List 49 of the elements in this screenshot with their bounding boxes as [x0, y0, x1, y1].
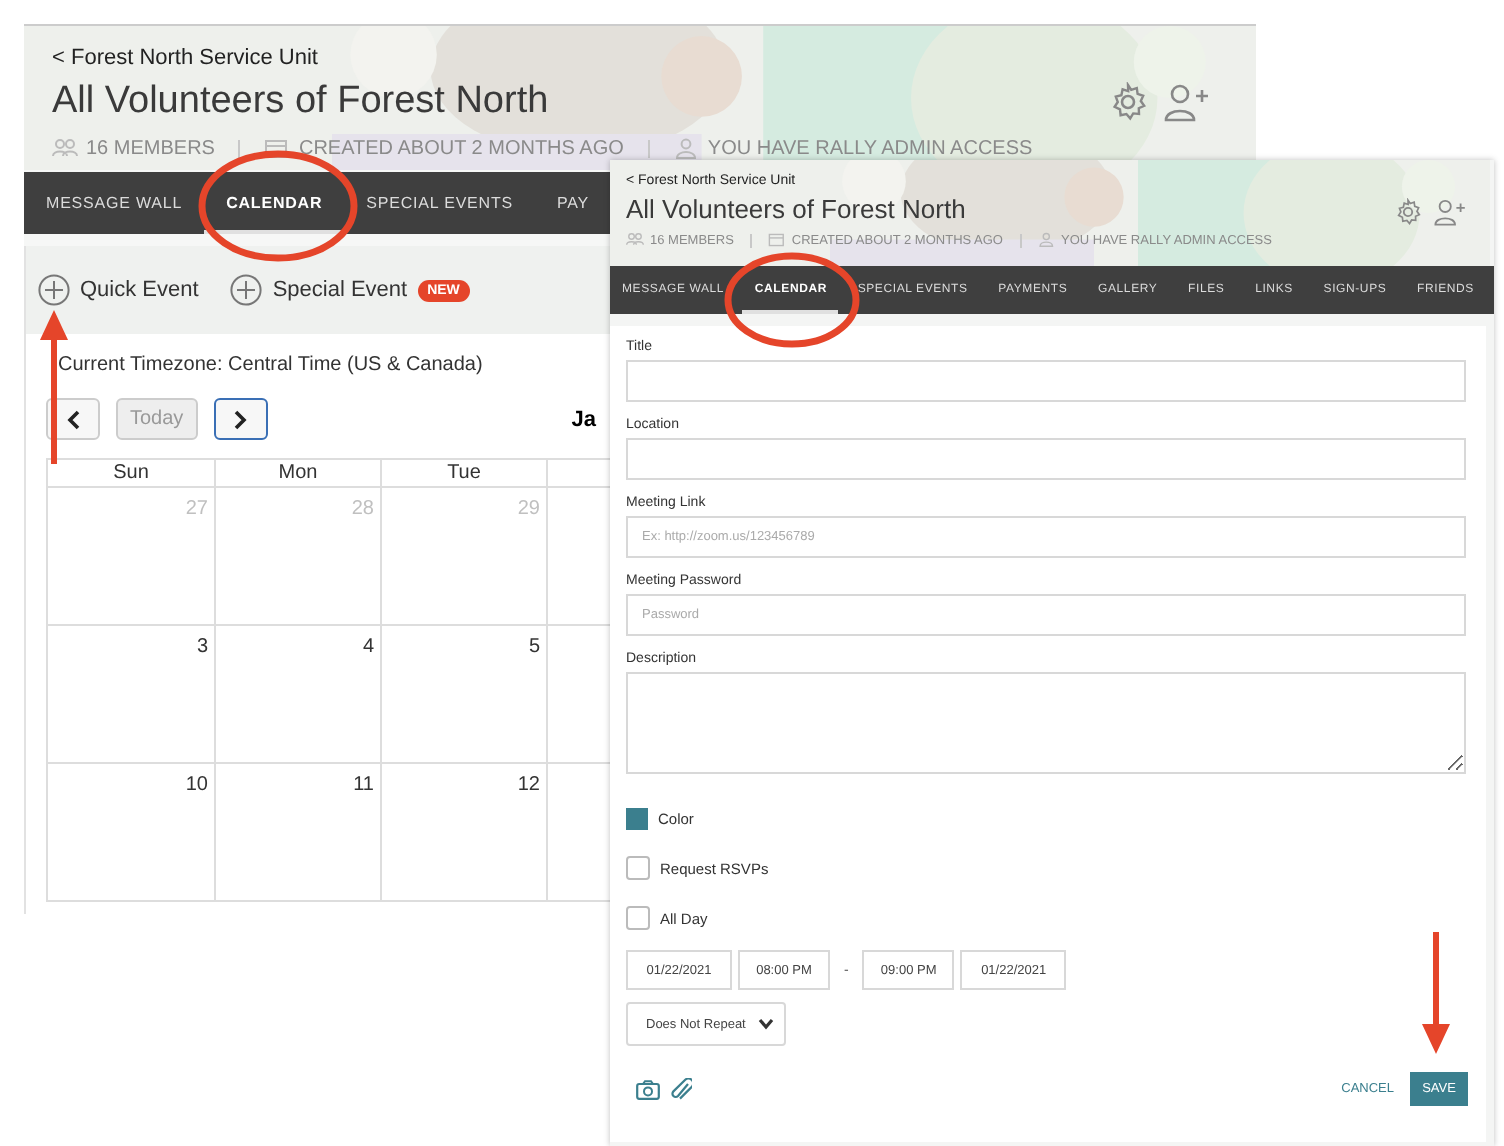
description-field[interactable] — [626, 672, 1466, 774]
chevron-left-icon — [66, 409, 80, 429]
add-person-icon[interactable] — [1164, 82, 1212, 122]
paperclip-icon[interactable] — [670, 1077, 692, 1101]
meta-text: YOU HAVE RALLY ADMIN ACCESS — [707, 138, 1033, 160]
input-field[interactable] — [626, 360, 1466, 402]
input-field[interactable] — [626, 438, 1466, 480]
month-title: Ja — [571, 407, 596, 431]
calendar-cell: 28 — [214, 488, 380, 626]
nav-tab[interactable]: SPECIAL EVENTS — [344, 172, 535, 234]
meta-text: CREATED ABOUT 2 MONTHS AGO — [298, 138, 624, 160]
settings-icon[interactable] — [1108, 82, 1148, 122]
calendar-cell: 3 — [46, 626, 214, 764]
chevron-right-icon — [233, 409, 248, 429]
weekday-header: Sun — [46, 460, 214, 488]
plus-circle-icon — [38, 274, 70, 306]
checkbox[interactable] — [626, 856, 650, 880]
calendar-cell: 10 — [46, 764, 214, 902]
calendar-cell: 5 — [380, 626, 546, 764]
group-title: All Volunteers of Forest North — [626, 194, 966, 224]
settings-icon[interactable] — [1394, 198, 1422, 226]
calendar-cell: 29 — [380, 488, 546, 626]
weekday-header: Mon — [214, 460, 380, 488]
calendar-icon — [767, 232, 786, 248]
arrow-annotation — [1420, 932, 1452, 1056]
people-icon — [626, 232, 644, 248]
nav-tab[interactable]: MESSAGE WALL — [24, 172, 205, 234]
add-event-button[interactable]: Quick Event — [38, 274, 199, 306]
color-swatch[interactable] — [626, 808, 648, 830]
add-person-icon[interactable] — [1434, 198, 1470, 226]
person-icon — [1037, 232, 1055, 248]
people-icon — [52, 138, 78, 160]
calendar-cell: 12 — [380, 764, 546, 902]
nav-tab[interactable]: PAY — [535, 172, 612, 234]
camera-icon[interactable] — [636, 1079, 660, 1099]
calendar-cell: 11 — [214, 764, 380, 902]
back-link[interactable]: < Forest North Service Unit — [52, 46, 318, 70]
person-icon — [673, 138, 700, 160]
circle-annotation — [724, 252, 860, 348]
plus-circle-icon — [230, 274, 263, 306]
chevron-down-icon — [757, 1018, 774, 1030]
group-title: All Volunteers of Forest North — [52, 80, 549, 124]
timezone-text: Current Timezone: Central Time (US & Canada) — [58, 354, 485, 376]
meta-text: 16 MEMBERS — [86, 138, 215, 160]
calendar-cell: 27 — [46, 488, 214, 626]
checkbox[interactable] — [626, 906, 650, 930]
next-button[interactable] — [213, 398, 268, 440]
calendar-cell: 4 — [214, 626, 380, 764]
weekday-header: Tue — [380, 460, 546, 488]
